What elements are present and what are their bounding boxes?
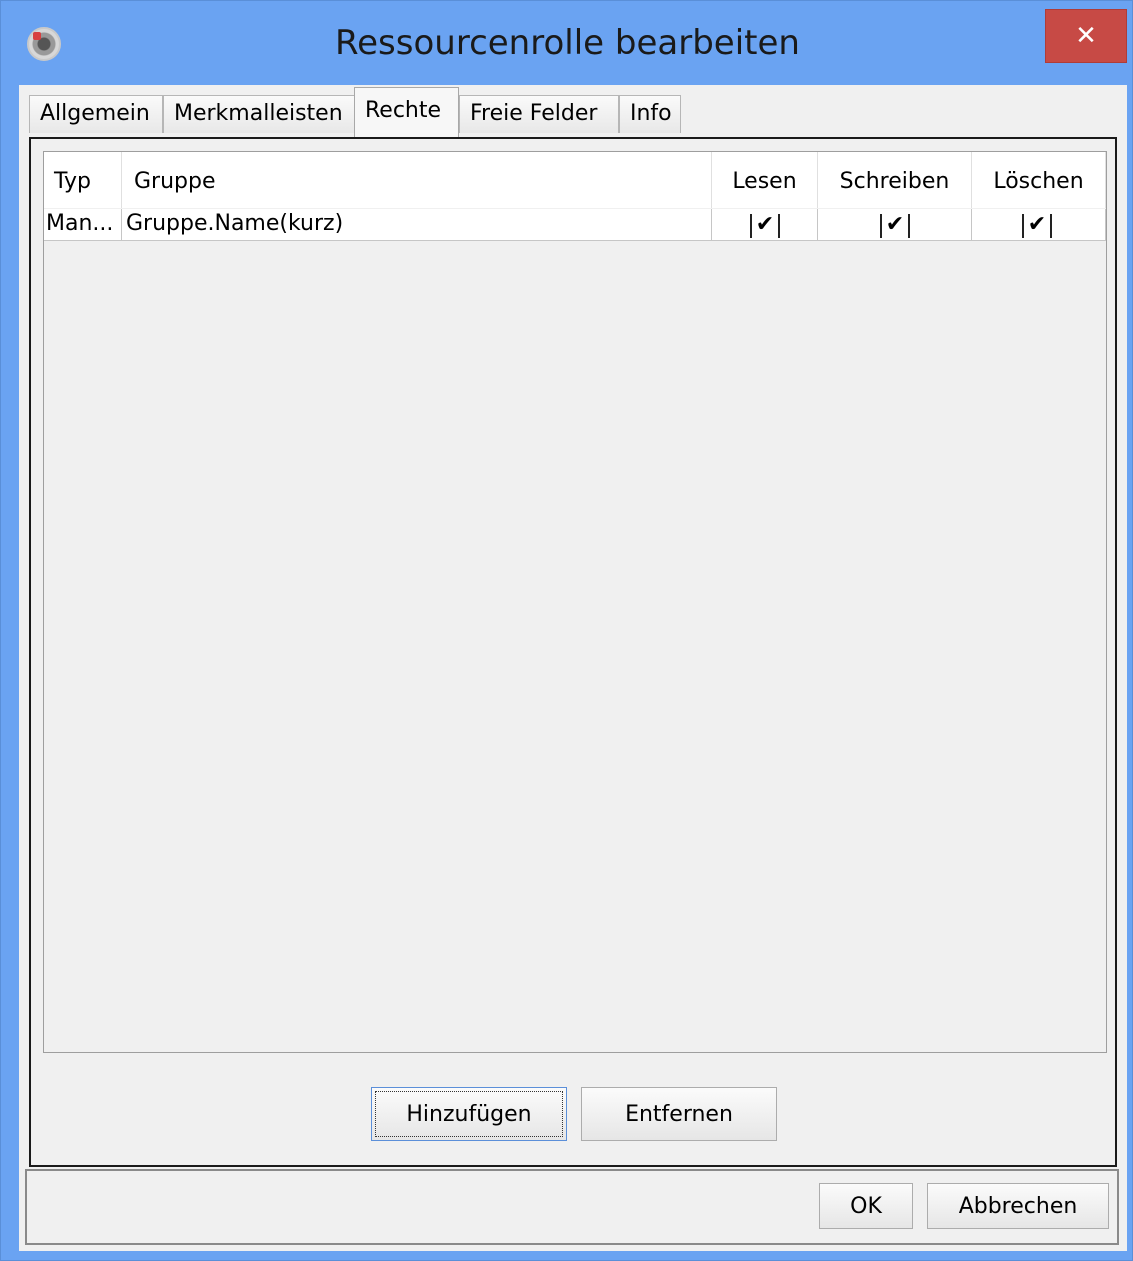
rechte-panel: Typ Gruppe Lesen Schreiben Löschen Man..… xyxy=(29,137,1117,1167)
cell-lesen[interactable]: ✔ xyxy=(712,209,818,240)
column-header-schreiben[interactable]: Schreiben xyxy=(818,152,972,208)
column-header-loeschen[interactable]: Löschen xyxy=(972,152,1106,208)
dialog-window: Ressourcenrolle bearbeiten ✕ Allgemein M… xyxy=(0,0,1133,1261)
rights-table[interactable]: Typ Gruppe Lesen Schreiben Löschen Man..… xyxy=(43,151,1107,1053)
tab-allgemein[interactable]: Allgemein xyxy=(29,95,163,133)
tab-merkmalleisten[interactable]: Merkmalleisten xyxy=(163,95,355,133)
cell-typ[interactable]: Man... xyxy=(44,209,122,240)
column-header-typ[interactable]: Typ xyxy=(44,152,122,208)
table-header: Typ Gruppe Lesen Schreiben Löschen xyxy=(44,152,1106,208)
column-header-gruppe[interactable]: Gruppe xyxy=(122,152,712,208)
loeschen-checkbox[interactable]: ✔ xyxy=(1022,214,1052,238)
column-header-lesen[interactable]: Lesen xyxy=(712,152,818,208)
window-title: Ressourcenrolle bearbeiten xyxy=(335,23,800,63)
dialog-client-area: Allgemein Merkmalleisten Rechte Freie Fe… xyxy=(19,85,1127,1251)
title-bar[interactable]: Ressourcenrolle bearbeiten ✕ xyxy=(1,1,1133,85)
remove-button[interactable]: Entfernen xyxy=(581,1087,777,1141)
cell-schreiben[interactable]: ✔ xyxy=(818,209,972,240)
lesen-checkbox[interactable]: ✔ xyxy=(750,214,780,238)
ok-button[interactable]: OK xyxy=(819,1183,913,1229)
tab-freie-felder[interactable]: Freie Felder xyxy=(459,95,619,133)
tab-info[interactable]: Info xyxy=(619,95,681,133)
dialog-footer: OK Abbrechen xyxy=(25,1169,1119,1245)
tab-rechte[interactable]: Rechte xyxy=(354,87,459,137)
add-button[interactable]: Hinzufügen xyxy=(371,1087,567,1141)
table-row[interactable]: Man... Gruppe.Name(kurz) ✔ ✔ ✔ xyxy=(44,209,1106,241)
close-button[interactable]: ✕ xyxy=(1045,9,1127,63)
cell-loeschen[interactable]: ✔ xyxy=(972,209,1106,240)
cell-gruppe[interactable]: Gruppe.Name(kurz) xyxy=(122,209,712,240)
schreiben-checkbox[interactable]: ✔ xyxy=(880,214,910,238)
cancel-button[interactable]: Abbrechen xyxy=(927,1183,1109,1229)
